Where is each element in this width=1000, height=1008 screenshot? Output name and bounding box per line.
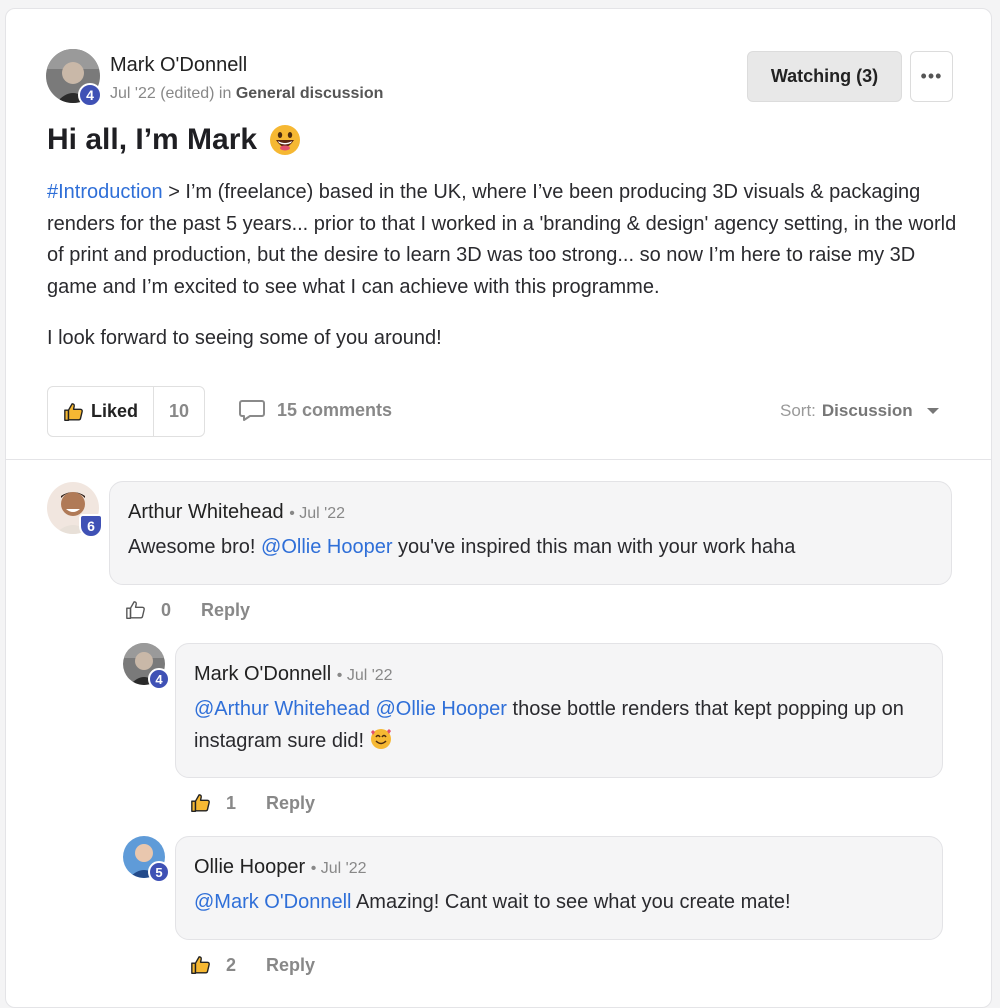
mention-link[interactable]: @Ollie Hooper xyxy=(261,536,392,558)
post-body-second: I look forward to seeing some of you aro… xyxy=(47,327,442,349)
like-control: Liked 10 xyxy=(47,386,205,437)
comment-author-name: Ollie Hooper xyxy=(194,856,306,878)
post-date: Jul '22 (edited) xyxy=(110,85,215,102)
sort-value: Discussion xyxy=(821,401,913,420)
comments-link[interactable]: 15 comments xyxy=(239,399,392,421)
comment-avatar[interactable]: 5 xyxy=(123,836,170,883)
mention-link[interactable]: @Mark O'Donnell xyxy=(194,891,352,913)
comment-actions: 0 Reply xyxy=(125,599,250,621)
more-options-button[interactable]: ••• xyxy=(910,51,953,102)
smiling-face-with-hearts-icon xyxy=(370,729,391,749)
post-in-label: in xyxy=(218,85,232,102)
post-meta: Jul '22 (edited) in General discussion xyxy=(110,85,383,103)
comment-like-count: 0 xyxy=(161,599,172,620)
post-title: Hi all, I’m Mark xyxy=(47,123,301,157)
comment-date: • Jul '22 xyxy=(336,667,393,684)
sort-prefix: Sort: xyxy=(780,401,816,420)
comment-like-count: 2 xyxy=(226,954,237,975)
comment-avatar[interactable]: 4 xyxy=(123,643,170,690)
reply-button[interactable]: Reply xyxy=(266,955,315,976)
comment-author-name: Mark O'Donnell xyxy=(194,663,332,685)
comment-text: @Arthur Whitehead @Ollie Hooper those bo… xyxy=(194,693,924,757)
comment-author[interactable]: Ollie Hooper • Jul '22 xyxy=(194,856,367,879)
comment-text: Awesome bro! @Ollie Hooper you've inspir… xyxy=(128,531,928,563)
sort-dropdown[interactable]: Sort: Discussion xyxy=(780,401,941,421)
hashtag-link[interactable]: #Introduction xyxy=(47,181,163,203)
comment-like-count: 1 xyxy=(226,792,237,813)
comment-author[interactable]: Arthur Whitehead • Jul '22 xyxy=(128,501,345,524)
post-body: #Introduction > I’m (freelance) based in… xyxy=(47,177,957,303)
more-dots-icon: ••• xyxy=(920,66,943,86)
level-badge: 4 xyxy=(78,83,102,107)
thumbs-up-filled-icon xyxy=(64,402,83,421)
comments-count-label: 15 comments xyxy=(277,399,393,420)
like-count[interactable]: 10 xyxy=(154,387,204,436)
post-divider xyxy=(6,459,991,460)
comment-text-after: Amazing! Cant wait to see what you creat… xyxy=(351,891,791,913)
reply-button[interactable]: Reply xyxy=(266,793,315,814)
thumbs-up-outline-icon[interactable] xyxy=(125,599,147,621)
post-title-text: Hi all, I’m Mark xyxy=(47,123,258,156)
liked-label: Liked xyxy=(90,401,138,421)
level-badge: 4 xyxy=(148,668,170,690)
comment-actions: 1 Reply xyxy=(190,792,315,814)
watching-button[interactable]: Watching (3) xyxy=(747,51,902,102)
mention-link[interactable]: @Ollie Hooper xyxy=(376,698,507,720)
comment-date: • Jul '22 xyxy=(310,860,367,877)
caret-down-icon xyxy=(926,408,939,414)
comment-author[interactable]: Mark O'Donnell • Jul '22 xyxy=(194,663,393,686)
comment-text-after: you've inspired this man with your work … xyxy=(392,536,796,558)
thumbs-up-filled-icon[interactable] xyxy=(190,954,212,976)
comment-text: @Mark O'Donnell Amazing! Cant wait to se… xyxy=(194,886,924,918)
liked-button[interactable]: Liked xyxy=(48,387,154,436)
reply-button[interactable]: Reply xyxy=(201,600,250,621)
level-badge: 6 xyxy=(79,514,103,538)
comment-text-before: Awesome bro! xyxy=(128,536,262,558)
comment-date: • Jul '22 xyxy=(289,505,345,522)
level-badge: 5 xyxy=(148,861,170,883)
comment-author-name: Arthur Whitehead xyxy=(128,501,284,523)
post-card: 4 Mark O'Donnell Jul '22 (edited) in Gen… xyxy=(5,8,992,1008)
author-avatar[interactable]: 4 xyxy=(46,49,102,107)
post-body-text: > I’m (freelance) based in the UK, where… xyxy=(47,181,957,298)
comment-avatar[interactable]: 6 xyxy=(47,482,103,538)
speech-bubble-icon xyxy=(239,400,265,421)
grinning-face-icon xyxy=(270,125,301,155)
post-author-name[interactable]: Mark O'Donnell xyxy=(110,54,247,77)
comment-actions: 2 Reply xyxy=(190,954,315,976)
mention-link[interactable]: @Arthur Whitehead xyxy=(194,698,370,720)
thumbs-up-filled-icon[interactable] xyxy=(190,792,212,814)
post-category-link[interactable]: General discussion xyxy=(236,85,384,102)
